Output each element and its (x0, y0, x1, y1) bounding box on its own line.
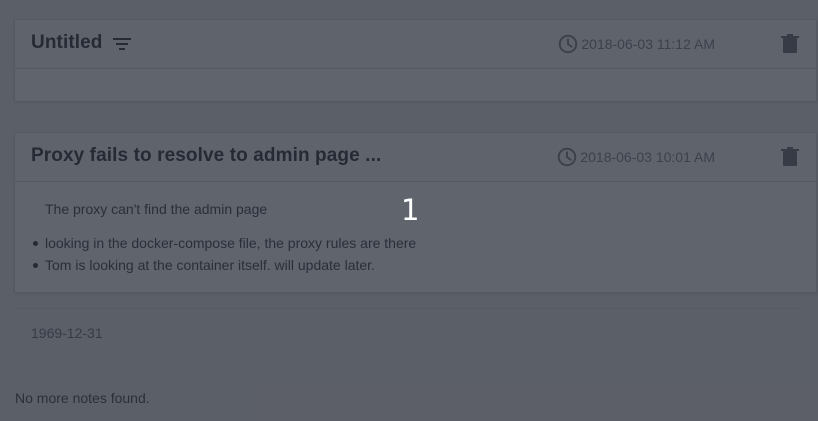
note-header: Untitled 2018-06-03 11:12 AM (15, 20, 816, 69)
trash-icon[interactable] (780, 33, 800, 55)
note-title[interactable]: Proxy fails to resolve to admin page ... (31, 145, 381, 167)
no-more-notes-message: No more notes found. (15, 390, 150, 406)
clock-icon (556, 146, 578, 168)
filter-icon[interactable] (112, 36, 132, 52)
note-timestamp: 2018-06-03 11:12 AM (557, 33, 715, 55)
overlay-count: 1 (401, 193, 420, 227)
date-group-label: 1969-12-31 (31, 325, 103, 341)
note-bullet: Tom is looking at the container itself. … (33, 257, 816, 273)
timestamp-text: 2018-06-03 11:12 AM (581, 36, 715, 52)
timestamp-text: 2018-06-03 10:01 AM (580, 149, 715, 165)
note-card: Untitled 2018-06-03 11:12 AM (14, 19, 817, 101)
clock-icon (557, 33, 579, 55)
date-divider (14, 308, 800, 309)
note-timestamp: 2018-06-03 10:01 AM (556, 146, 715, 168)
note-header: Proxy fails to resolve to admin page ...… (15, 133, 816, 182)
trash-icon[interactable] (780, 146, 800, 168)
notes-page: Untitled 2018-06-03 11:12 AM Proxy fails… (0, 0, 818, 421)
note-title[interactable]: Untitled (31, 32, 103, 54)
note-bullet: looking in the docker-compose file, the … (33, 235, 816, 251)
note-body[interactable] (15, 69, 816, 101)
note-bullets: looking in the docker-compose file, the … (15, 235, 816, 273)
